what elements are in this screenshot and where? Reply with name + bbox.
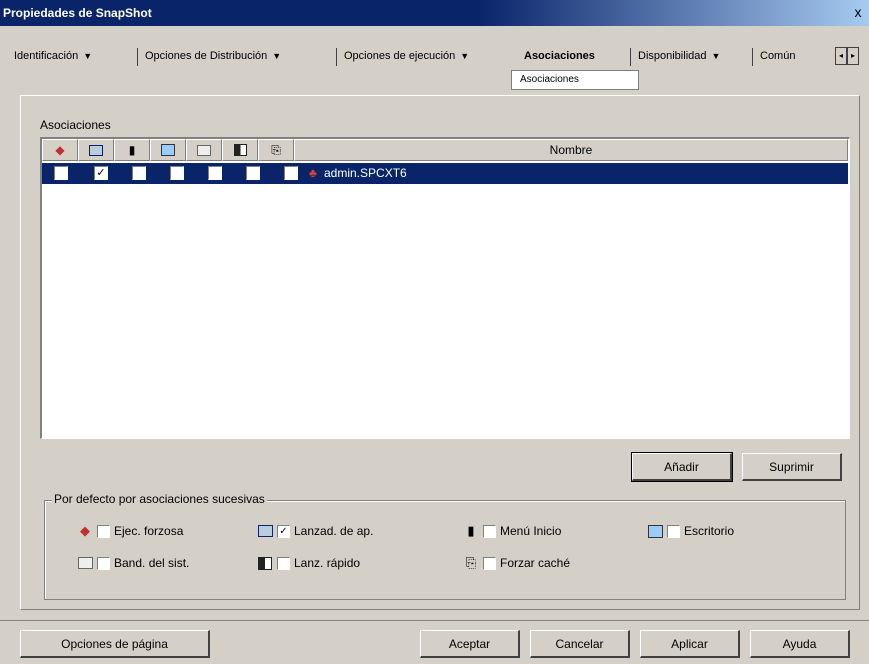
option-label: Band. del sist.	[114, 556, 190, 570]
tab-divider	[752, 48, 753, 66]
tab-bar: Identificación ▼ Opciones de Distribución…	[14, 40, 864, 100]
option-label: Lanzad. de ap.	[294, 524, 374, 538]
checkbox[interactable]: ✓	[277, 524, 290, 538]
desktop-icon	[161, 144, 175, 156]
tab-opciones-ejecucion[interactable]: Opciones de ejecución ▼	[344, 50, 469, 62]
checkbox-system-tray[interactable]	[208, 166, 222, 180]
system-tray-icon	[197, 144, 211, 156]
subtab-asociaciones[interactable]: Asociaciones	[511, 70, 639, 90]
checkbox-app-launcher[interactable]: ✓	[94, 166, 108, 180]
chevron-down-icon: ▼	[272, 51, 282, 61]
cancel-button[interactable]: Cancelar	[530, 630, 630, 658]
checkbox-desktop[interactable]	[170, 166, 184, 180]
tab-label: Opciones de Distribución	[145, 50, 268, 62]
divider	[0, 620, 869, 621]
title-bar: Propiedades de SnapShot x	[0, 0, 869, 26]
chevron-down-icon: ▼	[460, 51, 470, 61]
checkbox-force-run[interactable]	[54, 166, 68, 180]
option-force-run[interactable]: ◆ Ejec. forzosa	[76, 523, 183, 539]
column-system-tray[interactable]	[186, 139, 222, 161]
column-name[interactable]: Nombre	[294, 139, 848, 161]
force-cache-icon: ⎘	[271, 142, 281, 157]
checkbox-start-menu[interactable]	[132, 166, 146, 180]
option-system-tray[interactable]: Band. del sist.	[76, 555, 189, 571]
option-label: Escritorio	[684, 524, 735, 538]
option-quick-launch[interactable]: Lanz. rápido	[256, 555, 360, 571]
app-launcher-icon	[256, 523, 274, 539]
tab-scroll-buttons: ◂ ▸	[835, 47, 859, 65]
system-tray-icon	[76, 555, 94, 571]
column-app-launcher[interactable]	[78, 139, 114, 161]
app-launcher-icon	[89, 144, 103, 156]
checkbox[interactable]	[483, 556, 496, 570]
option-label: Lanz. rápido	[294, 556, 361, 570]
row-name: admin.SPCXT6	[324, 166, 407, 180]
quick-launch-icon	[256, 555, 274, 571]
column-quick-launch[interactable]	[222, 139, 258, 161]
help-button[interactable]: Ayuda	[750, 630, 850, 658]
tab-label: Identificación	[14, 50, 79, 62]
tab-asociaciones[interactable]: Asociaciones	[524, 50, 595, 62]
close-icon[interactable]: x	[850, 4, 866, 20]
table-row[interactable]: ✓ ♣ admin.SPCXT6	[42, 163, 848, 184]
force-run-icon: ◆	[80, 523, 90, 538]
tab-label: Disponibilidad	[638, 50, 707, 62]
tab-divider	[336, 48, 337, 66]
checkbox[interactable]	[97, 556, 110, 570]
remove-button[interactable]: Suprimir	[742, 453, 842, 481]
window-title: Propiedades de SnapShot	[3, 6, 152, 20]
checkbox[interactable]	[97, 524, 110, 538]
user-icon: ♣	[309, 166, 317, 180]
tab-opciones-distribucion[interactable]: Opciones de Distribución ▼	[145, 50, 281, 62]
checkbox[interactable]	[277, 556, 290, 570]
tab-label: Opciones de ejecución	[344, 50, 456, 62]
tab-comun[interactable]: Común	[760, 50, 795, 62]
tab-divider	[137, 48, 138, 66]
option-label: Ejec. forzosa	[114, 524, 184, 538]
option-force-cache[interactable]: ⎘ Forzar caché	[462, 555, 570, 571]
start-menu-icon: ▮	[128, 143, 136, 157]
tab-disponibilidad[interactable]: Disponibilidad ▼	[638, 50, 720, 62]
associations-list[interactable]: ◆ ▮ ⎘ Nombre ✓ ♣ admin.SPCXT6	[40, 137, 850, 439]
checkbox-force-cache[interactable]	[284, 166, 298, 180]
scroll-right-icon[interactable]: ▸	[847, 47, 859, 65]
force-cache-icon: ⎘	[465, 555, 477, 570]
tab-identificacion[interactable]: Identificación ▼	[14, 50, 92, 62]
column-force-run[interactable]: ◆	[42, 139, 78, 161]
scroll-left-icon[interactable]: ◂	[835, 47, 847, 65]
option-label: Menú Inicio	[500, 524, 562, 538]
column-force-cache[interactable]: ⎘	[258, 139, 294, 161]
add-button[interactable]: Añadir	[631, 452, 733, 482]
defaults-group-title: Por defecto por asociaciones sucesivas	[52, 492, 267, 506]
option-start-menu[interactable]: ▮ Menú Inicio	[462, 523, 561, 539]
list-header: ◆ ▮ ⎘ Nombre	[42, 139, 848, 161]
checkbox[interactable]	[667, 524, 680, 538]
chevron-down-icon: ▼	[83, 51, 93, 61]
checkbox[interactable]	[483, 524, 496, 538]
force-run-icon: ◆	[55, 143, 65, 157]
column-start-menu[interactable]: ▮	[114, 139, 150, 161]
column-desktop[interactable]	[150, 139, 186, 161]
option-desktop[interactable]: Escritorio	[646, 523, 734, 539]
chevron-down-icon: ▼	[711, 51, 721, 61]
apply-button[interactable]: Aplicar	[640, 630, 740, 658]
quick-launch-icon	[233, 144, 247, 156]
option-label: Forzar caché	[500, 556, 571, 570]
tab-divider	[630, 48, 631, 66]
page-options-button[interactable]: Opciones de página	[20, 630, 210, 658]
desktop-icon	[646, 523, 664, 539]
associations-label: Asociaciones	[40, 118, 111, 132]
ok-button[interactable]: Aceptar	[420, 630, 520, 658]
option-app-launcher[interactable]: ✓ Lanzad. de ap.	[256, 523, 373, 539]
checkbox-quick-launch[interactable]	[246, 166, 260, 180]
defaults-group	[44, 500, 846, 600]
start-menu-icon: ▮	[467, 523, 475, 538]
